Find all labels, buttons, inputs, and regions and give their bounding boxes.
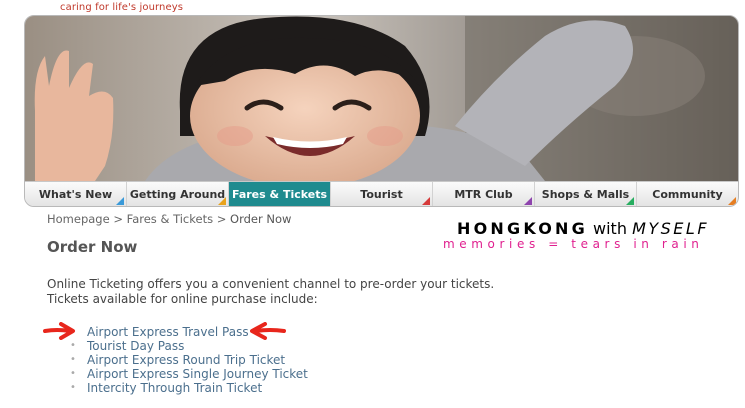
breadcrumb-current: Order Now (230, 212, 292, 226)
nav-tab-shops-malls[interactable]: Shops & Malls (535, 182, 637, 206)
bullet-icon: • (70, 368, 76, 379)
breadcrumb-separator: > (213, 212, 231, 226)
watermark-subtitle: memories = tears in rain (443, 237, 704, 251)
nav-tab-label: Getting Around (129, 188, 226, 201)
tab-corner-icon (422, 197, 430, 205)
tab-corner-icon (116, 197, 124, 205)
ticket-link-label: Airport Express Single Journey Ticket (87, 367, 308, 381)
ticket-link-label: Airport Express Travel Pass (87, 325, 249, 339)
hero-photo (25, 16, 738, 181)
nav-tab-tourist[interactable]: Tourist (331, 182, 433, 206)
nav-tab-whats-new[interactable]: What's New (25, 182, 127, 206)
intro-text: Online Ticketing offers you a convenient… (47, 277, 495, 306)
tab-corner-icon (626, 197, 634, 205)
nav-tab-label: Tourist (360, 188, 403, 201)
nav-tab-getting-around[interactable]: Getting Around (127, 182, 229, 206)
breadcrumb-home-link[interactable]: Homepage (47, 212, 110, 226)
nav-tab-community[interactable]: Community (637, 182, 738, 206)
bullet-icon: • (70, 354, 76, 365)
watermark-title: HONGKONG with MYSELF (457, 219, 709, 238)
main-nav: What's New Getting Around Fares & Ticket… (25, 181, 738, 206)
ticket-link[interactable]: • Tourist Day Pass (70, 339, 308, 353)
nav-tab-label: What's New (38, 188, 113, 201)
nav-tab-label: Fares & Tickets (231, 188, 328, 201)
nav-tab-mtr-club[interactable]: MTR Club (433, 182, 535, 206)
tab-corner-icon (524, 197, 532, 205)
bullet-icon: • (70, 340, 76, 351)
breadcrumb-separator: > (109, 212, 127, 226)
hero-banner: What's New Getting Around Fares & Ticket… (24, 15, 739, 207)
nav-tab-label: MTR Club (454, 188, 513, 201)
ticket-link-label: Tourist Day Pass (87, 339, 185, 353)
page-title: Order Now (47, 238, 138, 256)
tab-corner-icon (728, 197, 736, 205)
ticket-link[interactable]: • Airport Express Single Journey Ticket (70, 367, 308, 381)
nav-tab-label: Community (652, 188, 723, 201)
watermark-word-2: with (593, 219, 627, 238)
watermark-word-1: HONGKONG (457, 219, 588, 238)
ticket-link-label: Intercity Through Train Ticket (87, 381, 263, 395)
breadcrumb: Homepage > Fares & Tickets > Order Now (47, 212, 291, 226)
bullet-icon: • (70, 382, 76, 393)
ticket-link-label: Airport Express Round Trip Ticket (87, 353, 286, 367)
ticket-link[interactable]: • Intercity Through Train Ticket (70, 381, 308, 395)
watermark-word-3: MYSELF (632, 219, 710, 238)
red-arrow-right-icon (43, 322, 75, 340)
red-arrow-left-icon (250, 322, 286, 340)
site-tagline: caring for life's journeys (60, 2, 184, 13)
nav-tab-label: Shops & Malls (541, 188, 630, 201)
nav-tab-fares-tickets[interactable]: Fares & Tickets (229, 182, 331, 206)
tab-corner-icon (218, 197, 226, 205)
ticket-link[interactable]: • Airport Express Round Trip Ticket (70, 353, 308, 367)
breadcrumb-fares-link[interactable]: Fares & Tickets (127, 212, 213, 226)
